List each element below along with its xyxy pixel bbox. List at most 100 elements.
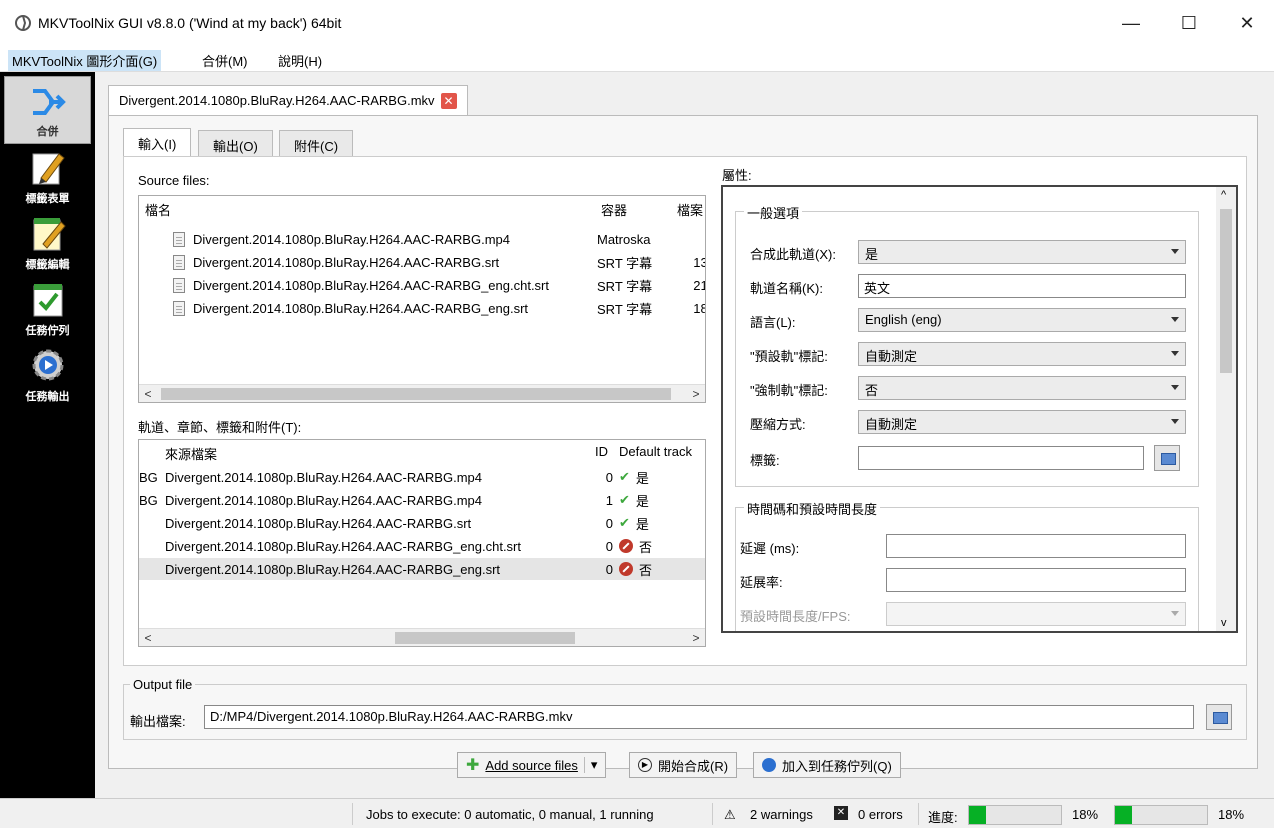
list-item[interactable]: Divergent.2014.1080p.BluRay.H264.AAC-RAR… (173, 274, 705, 296)
browse-folder-icon[interactable] (1206, 704, 1232, 730)
close-button[interactable]: ✕ (1224, 8, 1270, 38)
vertical-scrollbar[interactable]: ^ v (1216, 187, 1236, 631)
progress-fill (1115, 806, 1132, 824)
chevron-down-icon (1171, 419, 1179, 424)
source-files-list[interactable]: 檔名 容器 檔案 Divergent.2014.1080p.BluRay.H26… (138, 195, 706, 403)
column-header[interactable]: 檔名 (145, 200, 171, 219)
column-header[interactable]: 來源檔案 (165, 444, 217, 463)
output-group-title: Output file (130, 677, 196, 692)
table-row[interactable]: Divergent.2014.1080p.BluRay.H264.AAC-RAR… (139, 535, 705, 557)
scroll-left-icon[interactable]: < (139, 629, 157, 646)
column-header[interactable]: Default track (619, 444, 692, 459)
track-name-input[interactable]: 英文 (858, 274, 1186, 298)
list-item[interactable]: Divergent.2014.1080p.BluRay.H264.AAC-RAR… (173, 297, 705, 319)
progress-label: 進度: (928, 810, 958, 825)
column-header[interactable]: 檔案 (677, 200, 703, 219)
warning-icon[interactable]: ⚠ (724, 807, 736, 823)
input-panel: Source files: 檔名 容器 檔案 Divergent.2014.10… (123, 156, 1247, 666)
table-row[interactable]: BG Divergent.2014.1080p.BluRay.H264.AAC-… (139, 466, 705, 488)
timecode-group: 時間碼和預設時間長度 延遲 (ms): 延展率: 預設時間長度/FPS: (735, 499, 1199, 631)
track-id: 0 (605, 561, 613, 577)
language-select[interactable]: English (eng) (858, 308, 1186, 332)
scroll-left-icon[interactable]: < (139, 385, 157, 402)
sidebar-item-header-editor[interactable]: 標籤表單 (4, 142, 91, 210)
group-title: 時間碼和預設時間長度 (744, 499, 881, 518)
list-item[interactable]: Divergent.2014.1080p.BluRay.H264.AAC-RAR… (173, 228, 705, 250)
tracks-list[interactable]: 來源檔案 ID Default track BG Divergent.2014.… (138, 439, 706, 647)
properties-panel: 一般選項 合成此軌道(X): 是 軌道名稱(K): 英文 語言(L): Engl… (721, 185, 1238, 633)
column-header[interactable]: ID (595, 444, 608, 459)
stretch-input[interactable] (886, 568, 1186, 592)
duration-select[interactable] (886, 602, 1186, 626)
select-value: 自動測定 (865, 349, 918, 364)
scroll-down-icon[interactable]: v (1221, 617, 1227, 629)
file-name: Divergent.2014.1080p.BluRay.H264.AAC-RAR… (193, 254, 500, 270)
duration-label: 預設時間長度/FPS: (740, 609, 851, 624)
output-file-input[interactable]: D:/MP4/Divergent.2014.1080p.BluRay.H264.… (204, 705, 1194, 729)
table-row[interactable]: Divergent.2014.1080p.BluRay.H264.AAC-RAR… (139, 512, 705, 534)
scrollbar-thumb[interactable] (395, 632, 575, 644)
add-source-files-button[interactable]: ✚ Add source files ▾ (457, 752, 607, 778)
sidebar-label: 合併 (36, 126, 59, 138)
chevron-down-icon[interactable]: ▾ (583, 757, 597, 773)
scroll-right-icon[interactable]: > (687, 629, 705, 646)
app-icon (15, 15, 31, 31)
file-icon (173, 300, 185, 316)
play-icon: ▶ (638, 758, 652, 772)
delay-input[interactable] (886, 534, 1186, 558)
table-row[interactable]: BG Divergent.2014.1080p.BluRay.H264.AAC-… (139, 489, 705, 511)
tab-attachments[interactable]: 附件(C) (279, 130, 354, 156)
track-source: Divergent.2014.1080p.BluRay.H264.AAC-RAR… (165, 492, 482, 508)
default-flag-select[interactable]: 自動測定 (858, 342, 1186, 366)
tags-input[interactable] (858, 446, 1144, 470)
horizontal-scrollbar[interactable]: < > (139, 628, 705, 646)
scroll-right-icon[interactable]: > (687, 385, 705, 402)
select-value: 否 (865, 383, 879, 398)
merge-track-select[interactable]: 是 (858, 240, 1186, 264)
errors-count[interactable]: 0 errors (858, 807, 903, 822)
sidebar-item-job-output[interactable]: 任務輸出 (4, 340, 91, 408)
menu-gui[interactable]: MKVToolNix 圖形介面(G) (8, 50, 162, 71)
compression-select[interactable]: 自動測定 (858, 410, 1186, 434)
tab-output[interactable]: 輸出(O) (198, 130, 273, 156)
menu-bar: MKVToolNix 圖形介面(G) 合併(M) 說明(H) (0, 46, 1274, 72)
sidebar-item-job-queue[interactable]: 任務佇列 (4, 274, 91, 342)
row-prefix: BG (139, 469, 158, 485)
list-item[interactable]: Divergent.2014.1080p.BluRay.H264.AAC-RAR… (173, 251, 705, 273)
language-label: 語言(L): (750, 315, 796, 330)
file-size: 134 (693, 254, 705, 270)
forced-flag-select[interactable]: 否 (858, 376, 1186, 400)
scrollbar-thumb[interactable] (1220, 209, 1232, 373)
error-icon[interactable]: ✕ (834, 806, 848, 820)
status-separator (352, 803, 353, 825)
scroll-up-icon[interactable]: ^ (1221, 189, 1226, 201)
close-tab-icon[interactable]: ✕ (440, 92, 457, 109)
menu-merge[interactable]: 合併(M) (198, 50, 252, 71)
column-header[interactable]: 容器 (601, 200, 627, 219)
warnings-count[interactable]: 2 warnings (750, 807, 813, 822)
menu-help[interactable]: 說明(H) (274, 50, 326, 71)
gear-icon (32, 349, 63, 381)
sidebar-item-merge[interactable]: 合併 (4, 76, 91, 144)
start-merge-button[interactable]: ▶ 開始合成(R) (629, 752, 738, 778)
horizontal-scrollbar[interactable]: < > (139, 384, 705, 402)
file-tab[interactable]: Divergent.2014.1080p.BluRay.H264.AAC-RAR… (108, 85, 468, 115)
current-progress-bar (968, 805, 1062, 825)
browse-folder-icon[interactable] (1154, 445, 1180, 471)
minimize-button[interactable]: — (1108, 8, 1154, 38)
add-to-queue-button[interactable]: 加入到任務佇列(Q) (753, 752, 901, 778)
maximize-button[interactable]: ☐ (1166, 8, 1212, 38)
general-options-group: 一般選項 合成此軌道(X): 是 軌道名稱(K): 英文 語言(L): Engl… (735, 203, 1199, 487)
file-name: Divergent.2014.1080p.BluRay.H264.AAC-RAR… (193, 277, 550, 293)
scrollbar-thumb[interactable] (161, 388, 671, 400)
sidebar-item-chapter-editor[interactable]: 標籤編輯 (4, 208, 91, 276)
source-files-label: Source files: (138, 173, 210, 188)
file-icon (173, 231, 185, 247)
status-separator (918, 803, 919, 825)
file-container: SRT 字幕 (597, 301, 653, 317)
tab-input[interactable]: 輸入(I) (123, 128, 192, 157)
chevron-down-icon (1171, 351, 1179, 356)
table-row-selected[interactable]: Divergent.2014.1080p.BluRay.H264.AAC-RAR… (139, 558, 705, 580)
file-tab-label: Divergent.2014.1080p.BluRay.H264.AAC-RAR… (119, 93, 435, 108)
sidebar-label: 標籤表單 (25, 193, 70, 205)
